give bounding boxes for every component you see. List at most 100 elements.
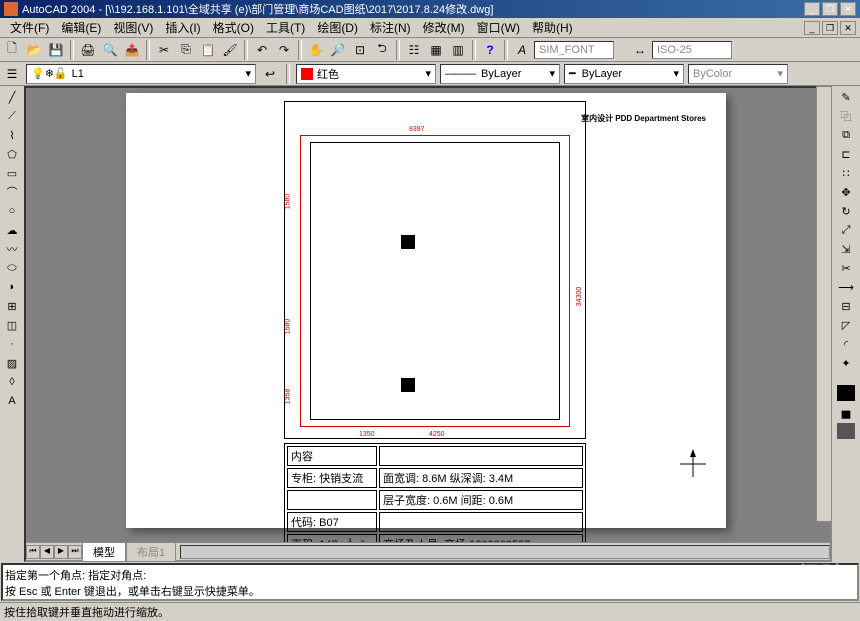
move-icon[interactable]: ✥: [836, 183, 856, 201]
properties-icon[interactable]: ☷: [404, 40, 424, 60]
hatch-icon[interactable]: ▨: [2, 354, 22, 372]
ellipse-arc-icon[interactable]: ◗: [2, 278, 22, 296]
vscrollbar[interactable]: [816, 86, 832, 522]
layer-bulb-icon: 💡: [31, 67, 45, 80]
chamfer-icon[interactable]: ◸: [836, 316, 856, 334]
circle-icon[interactable]: ○: [2, 202, 22, 220]
spline-icon[interactable]: 〰: [2, 240, 22, 258]
menu-modify[interactable]: 修改(M): [417, 19, 471, 36]
copy-obj-icon[interactable]: ⿻: [836, 107, 856, 125]
explode-icon[interactable]: ✦: [836, 354, 856, 372]
make-block-icon[interactable]: ◫: [2, 316, 22, 334]
scale-icon[interactable]: ⤢: [836, 221, 856, 239]
polyline-icon[interactable]: ⌇: [2, 126, 22, 144]
copy-icon[interactable]: ⎘: [176, 40, 196, 60]
layer-dropdown[interactable]: 💡 ❄ 🔓 L1: [26, 64, 256, 84]
drawing-area[interactable]: 室内设计 PDD Department Stores 8397 1350 425…: [24, 86, 832, 562]
tab-last-icon[interactable]: ⏭: [68, 545, 82, 559]
pan-icon[interactable]: ✋: [306, 40, 326, 60]
publish-icon[interactable]: 📤: [122, 40, 142, 60]
new-icon[interactable]: 🗋: [2, 40, 22, 60]
menu-format[interactable]: 格式(O): [207, 19, 260, 36]
array-icon[interactable]: ∷: [836, 164, 856, 182]
zoom-prev-icon[interactable]: ⮌: [372, 40, 392, 60]
paste-icon[interactable]: 📋: [198, 40, 218, 60]
rectangle-icon[interactable]: ▭: [2, 164, 22, 182]
region-icon[interactable]: ◊: [2, 373, 22, 391]
ellipse-icon[interactable]: ⬭: [2, 259, 22, 277]
tool-palette-icon[interactable]: ▥: [448, 40, 468, 60]
linetype-dropdown[interactable]: ———ByLayer: [440, 64, 560, 84]
text-style-icon[interactable]: A: [512, 40, 532, 60]
menu-dimension[interactable]: 标注(N): [364, 19, 417, 36]
insert-block-icon[interactable]: ⊞: [2, 297, 22, 315]
help-icon[interactable]: ?: [480, 40, 500, 60]
break-icon[interactable]: ⊟: [836, 297, 856, 315]
dim-style-icon[interactable]: ↔: [630, 40, 650, 60]
dimension-text: 4250: [429, 431, 445, 438]
color-dropdown[interactable]: 红色: [296, 64, 436, 84]
layer-prev-icon[interactable]: ↩: [260, 64, 280, 84]
arc-icon[interactable]: ⌒: [2, 183, 22, 201]
zoom-win-icon[interactable]: ⊡: [350, 40, 370, 60]
maximize-button[interactable]: ❐: [822, 2, 838, 16]
menu-draw[interactable]: 绘图(D): [311, 19, 364, 36]
mtext-icon[interactable]: A: [2, 392, 22, 410]
redo-icon[interactable]: ↷: [274, 40, 294, 60]
point-icon[interactable]: ·: [2, 335, 22, 353]
zoom-rt-icon[interactable]: 🔎: [328, 40, 348, 60]
command-history: 按 Esc 或 Enter 键退出，或单击右键显示快捷菜单。: [5, 583, 855, 599]
tab-layout1[interactable]: 布局1: [126, 542, 176, 562]
offset-icon[interactable]: ⊏: [836, 145, 856, 163]
menu-file[interactable]: 文件(F): [4, 19, 55, 36]
color-grey-icon[interactable]: [836, 422, 856, 440]
menu-edit[interactable]: 编辑(E): [55, 19, 107, 36]
menu-view[interactable]: 视图(V): [107, 19, 159, 36]
match-icon[interactable]: 🖌: [220, 40, 240, 60]
design-center-icon[interactable]: ▦: [426, 40, 446, 60]
layer-manager-icon[interactable]: ☰: [2, 64, 22, 84]
revcloud-icon[interactable]: ☁: [2, 221, 22, 239]
mirror-icon[interactable]: ⧉: [836, 126, 856, 144]
rotate-icon[interactable]: ↻: [836, 202, 856, 220]
trim-icon[interactable]: ✂: [836, 259, 856, 277]
doc-minimize-button[interactable]: _: [804, 21, 820, 35]
extend-icon[interactable]: ⟶: [836, 278, 856, 296]
doc-maximize-button[interactable]: ❐: [822, 21, 838, 35]
fillet-icon[interactable]: ◜: [836, 335, 856, 353]
standard-toolbar: 🗋 📂 💾 🖨 🔍 📤 ✂ ⎘ 📋 🖌 ↶ ↷ ✋ 🔎 ⊡ ⮌ ☷ ▦ ▥ ? …: [0, 38, 860, 62]
plan-inner-frame: [310, 142, 560, 420]
print-icon[interactable]: 🖨: [78, 40, 98, 60]
undo-icon[interactable]: ↶: [252, 40, 272, 60]
hscrollbar[interactable]: [180, 545, 830, 559]
menu-tools[interactable]: 工具(T): [260, 19, 311, 36]
menu-window[interactable]: 窗口(W): [471, 19, 526, 36]
preview-icon[interactable]: 🔍: [100, 40, 120, 60]
cut-icon[interactable]: ✂: [154, 40, 174, 60]
minimize-button[interactable]: _: [804, 2, 820, 16]
tab-prev-icon[interactable]: ◀: [40, 545, 54, 559]
menu-insert[interactable]: 插入(I): [159, 19, 206, 36]
line-icon[interactable]: ╱: [2, 88, 22, 106]
tab-next-icon[interactable]: ▶: [54, 545, 68, 559]
doc-close-button[interactable]: ✕: [840, 21, 856, 35]
erase-icon[interactable]: ✎: [836, 88, 856, 106]
open-icon[interactable]: 📂: [24, 40, 44, 60]
tab-first-icon[interactable]: ⏮: [26, 545, 40, 559]
command-line[interactable]: 指定第一个角点: 指定对角点: 按 Esc 或 Enter 键退出，或单击右键显…: [1, 563, 859, 601]
color-black-icon[interactable]: [836, 384, 856, 402]
color-control-icon[interactable]: ▅: [836, 403, 856, 421]
text-style-dropdown[interactable]: SIM_FONT: [534, 41, 614, 59]
polygon-icon[interactable]: ⬠: [2, 145, 22, 163]
drawing-header: 室内设计 PDD Department Stores: [581, 113, 706, 124]
lineweight-dropdown[interactable]: ━ByLayer: [564, 64, 684, 84]
xline-icon[interactable]: ⟋: [2, 107, 22, 125]
stretch-icon[interactable]: ⇲: [836, 240, 856, 258]
close-button[interactable]: ✕: [840, 2, 856, 16]
save-icon[interactable]: 💾: [46, 40, 66, 60]
properties-toolbar: ☰ 💡 ❄ 🔓 L1 ↩ 红色 ———ByLayer ━ByLayer ByCo…: [0, 62, 860, 86]
tab-model[interactable]: 模型: [82, 542, 126, 562]
menu-help[interactable]: 帮助(H): [526, 19, 579, 36]
plotstyle-dropdown[interactable]: ByColor: [688, 64, 788, 84]
dim-style-dropdown[interactable]: ISO-25: [652, 41, 732, 59]
